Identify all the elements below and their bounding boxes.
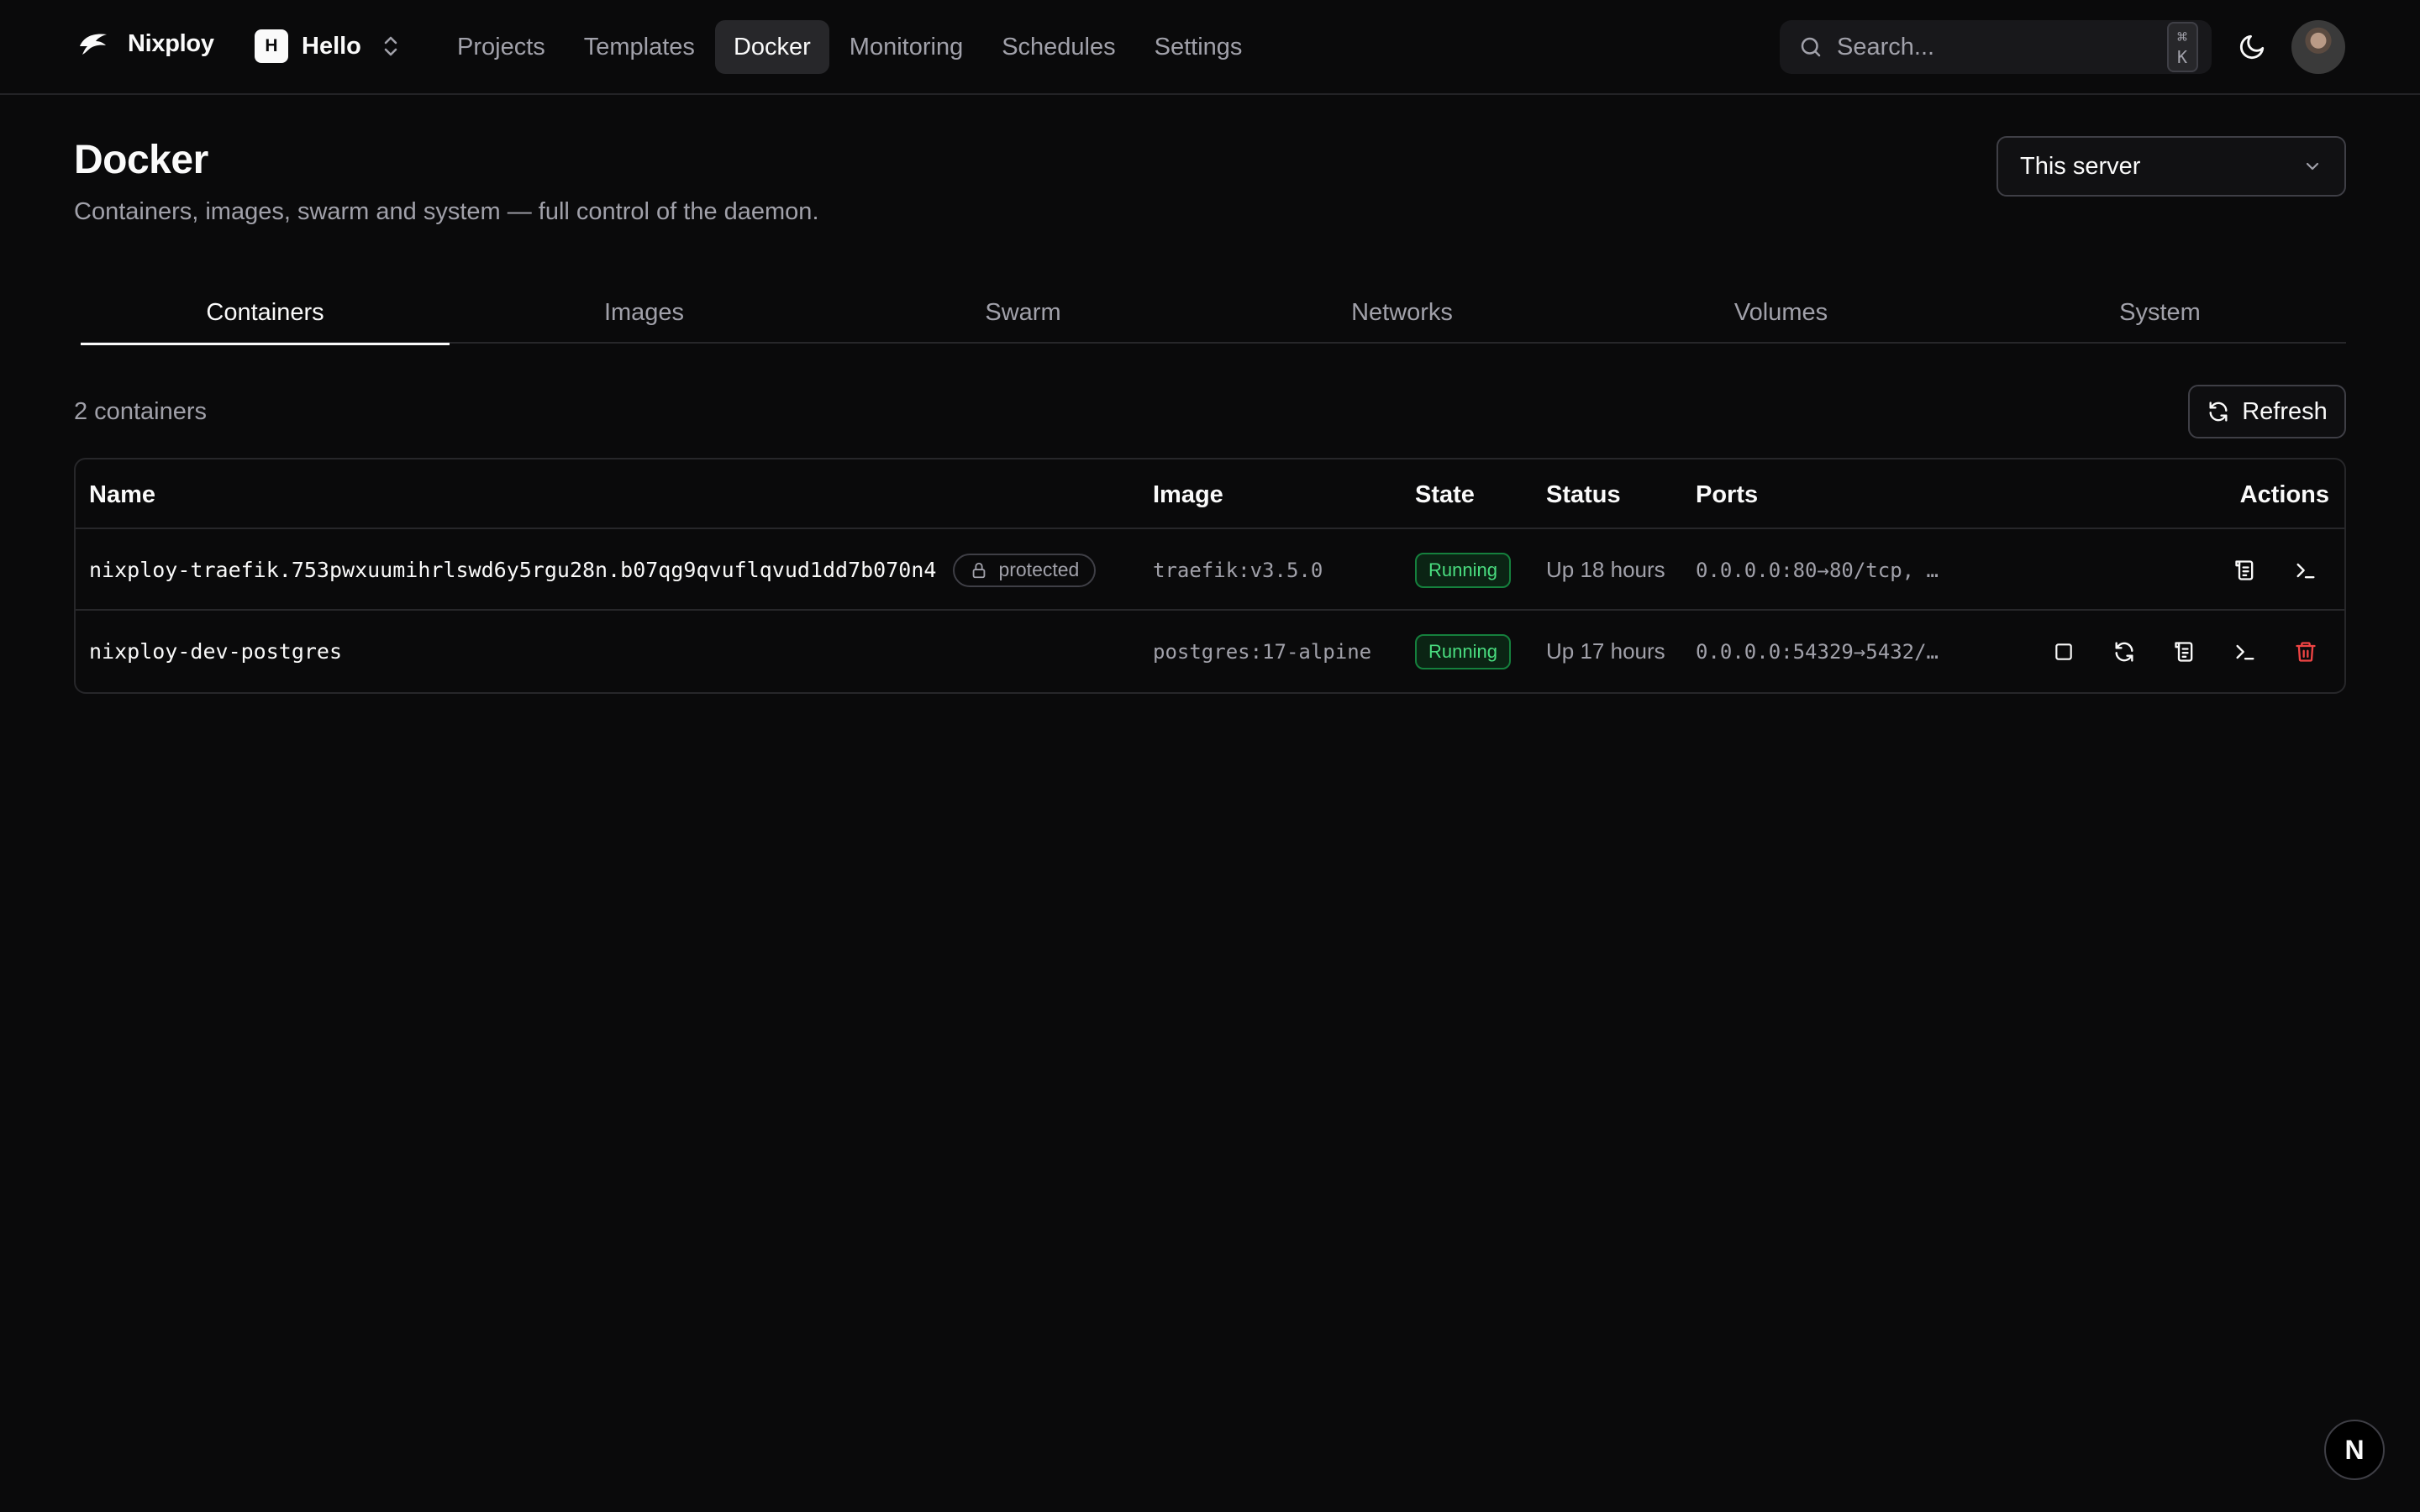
brand[interactable]: Nixploy (77, 28, 214, 60)
protected-badge: protected (953, 553, 1097, 587)
column-state: State (1415, 481, 1475, 508)
table-row[interactable]: nixploy-traefik.753pwxuumihrlswd6y5rgu28… (76, 529, 2344, 611)
search-icon (1798, 34, 1823, 60)
page-subtitle: Containers, images, swarm and system — f… (74, 198, 819, 225)
container-ports: 0.0.0.0:54329→5432/… (1696, 639, 1939, 664)
container-image: traefik:v3.5.0 (1153, 558, 1323, 582)
state-cell: Running (1415, 529, 1511, 611)
tab-networks[interactable]: Networks (1218, 282, 1586, 344)
top-nav: Nixploy H Hello Projects Templates Docke… (0, 0, 2420, 95)
container-count: 2 containers (74, 398, 207, 425)
team-avatar: H (255, 29, 288, 63)
container-status: Up 17 hours (1546, 638, 1665, 664)
search-shortcut: ⌘ K (2167, 22, 2198, 72)
table-header: Name Image State Status Ports Actions (76, 459, 2344, 529)
page-title: Docker (74, 138, 208, 182)
docker-tabs: Containers Images Swarm Networks Volumes… (81, 282, 2346, 345)
tab-images[interactable]: Images (460, 282, 829, 344)
container-image: postgres:17-alpine (1153, 639, 1372, 664)
column-name: Name (89, 481, 155, 508)
brand-logo-icon (77, 28, 109, 60)
column-ports: Ports (1696, 481, 1759, 508)
container-name-cell: nixploy-traefik.753pwxuumihrlswd6y5rgu28… (89, 529, 1097, 611)
main-nav: Projects Templates Docker Monitoring Sch… (439, 20, 1262, 74)
trash-icon[interactable] (2275, 622, 2336, 682)
user-avatar[interactable] (2291, 20, 2345, 74)
container-name-cell: nixploy-dev-postgres (89, 611, 342, 692)
terminal-icon[interactable] (2275, 540, 2336, 601)
container-name[interactable]: nixploy-dev-postgres (89, 639, 342, 664)
moon-icon[interactable] (2235, 30, 2269, 64)
server-select[interactable]: This server (1996, 136, 2346, 197)
chevron-down-icon (2302, 156, 2323, 176)
search-box[interactable]: ⌘ K (1780, 20, 2212, 74)
logs-icon[interactable] (2215, 540, 2275, 601)
column-status: Status (1546, 481, 1621, 508)
nav-projects[interactable]: Projects (439, 20, 564, 74)
refresh-icon (2207, 400, 2230, 423)
tab-system[interactable]: System (1975, 282, 2344, 344)
tab-swarm[interactable]: Swarm (839, 282, 1207, 344)
refresh-label: Refresh (2242, 397, 2328, 425)
protected-label: protected (998, 559, 1080, 580)
chevrons-up-down-icon (381, 34, 400, 58)
nav-monitoring[interactable]: Monitoring (831, 20, 981, 74)
search-input[interactable] (1837, 33, 2154, 61)
container-status: Up 18 hours (1546, 557, 1665, 582)
column-actions: Actions (2239, 481, 2329, 508)
terminal-icon[interactable] (2215, 622, 2275, 682)
container-ports: 0.0.0.0:80→80/tcp, … (1696, 558, 1939, 582)
brand-name: Nixploy (128, 29, 214, 57)
lock-icon (970, 561, 988, 580)
nav-settings[interactable]: Settings (1136, 20, 1261, 74)
containers-table: Name Image State Status Ports Actions ni… (74, 458, 2346, 694)
server-select-value: This server (2020, 152, 2141, 180)
team-switcher[interactable]: H Hello (255, 29, 400, 63)
tab-containers[interactable]: Containers (81, 282, 450, 345)
row-actions (2033, 611, 2336, 692)
nav-templates[interactable]: Templates (566, 20, 713, 74)
restart-icon[interactable] (2094, 622, 2154, 682)
row-actions (2215, 529, 2336, 611)
dev-tools-badge[interactable]: N (2324, 1420, 2385, 1480)
team-name: Hello (302, 32, 361, 60)
state-badge: Running (1415, 552, 1511, 588)
table-row[interactable]: nixploy-dev-postgres postgres:17-alpine … (76, 611, 2344, 692)
stop-icon[interactable] (2033, 622, 2094, 682)
logs-icon[interactable] (2154, 622, 2215, 682)
tab-volumes[interactable]: Volumes (1597, 282, 1965, 344)
column-image: Image (1153, 481, 1223, 508)
nav-docker[interactable]: Docker (714, 20, 829, 74)
nav-schedules[interactable]: Schedules (983, 20, 1134, 74)
refresh-button[interactable]: Refresh (2188, 385, 2346, 438)
state-badge: Running (1415, 633, 1511, 669)
state-cell: Running (1415, 611, 1511, 692)
container-name[interactable]: nixploy-traefik.753pwxuumihrlswd6y5rgu28… (89, 558, 936, 582)
